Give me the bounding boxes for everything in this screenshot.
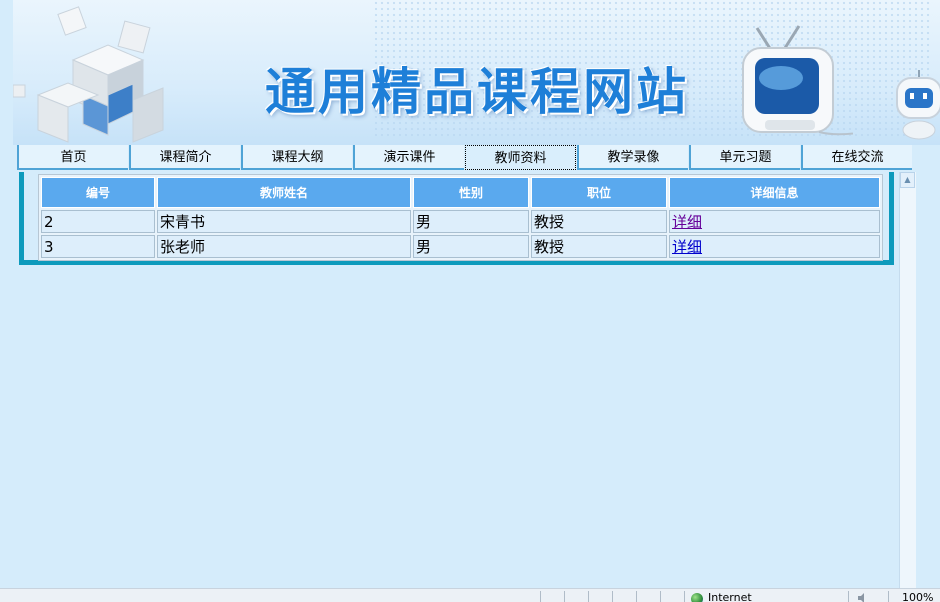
main-nav: 首页 课程简介 课程大纲 演示课件 教师资料 教学录像 单元习题 在线交流 (17, 145, 913, 172)
cell-detail: 详细 (669, 210, 880, 233)
detail-link[interactable]: 详细 (672, 238, 702, 256)
globe-icon (691, 593, 703, 602)
detail-link[interactable]: 详细 (672, 213, 702, 231)
cell-detail: 详细 (669, 235, 880, 258)
status-divider (564, 591, 565, 602)
nav-item-home[interactable]: 首页 (17, 145, 128, 170)
status-divider (612, 591, 613, 602)
vertical-scrollbar[interactable]: ▲ (899, 172, 916, 588)
cell-gender: 男 (413, 210, 529, 233)
status-divider (588, 591, 589, 602)
cubes-decoration (13, 6, 164, 143)
nav-item-videos[interactable]: 教学录像 (577, 145, 688, 170)
cell-name: 张老师 (157, 235, 411, 258)
table-header-row: 编号 教师姓名 性别 职位 详细信息 (41, 177, 880, 208)
content-frame: 编号 教师姓名 性别 职位 详细信息 2 宋青书 男 教授 详细 3 张老师 男… (19, 172, 894, 265)
status-bar: Internet 100% (0, 588, 940, 602)
nav-item-slides[interactable]: 演示课件 (353, 145, 464, 170)
nav-item-forum[interactable]: 在线交流 (801, 145, 912, 170)
security-zone-label: Internet (708, 591, 752, 602)
nav-item-teachers[interactable]: 教师资料 (465, 145, 576, 170)
zoom-level[interactable]: 100% (902, 591, 933, 602)
status-divider (636, 591, 637, 602)
nav-item-syllabus[interactable]: 课程大纲 (241, 145, 352, 170)
table-row: 3 张老师 男 教授 详细 (41, 235, 880, 258)
header-name: 教师姓名 (157, 177, 411, 208)
header-detail: 详细信息 (669, 177, 880, 208)
teachers-table: 编号 教师姓名 性别 职位 详细信息 2 宋青书 男 教授 详细 3 张老师 男… (38, 174, 883, 261)
header-gender: 性别 (413, 177, 529, 208)
site-banner: 通用精品课程网站 (13, 0, 940, 145)
page: 通用精品课程网站 首页 课程简介 课程大纲 演示课件 教师资料 教学录像 单元习… (0, 0, 940, 602)
cell-id: 3 (41, 235, 155, 258)
status-divider (684, 591, 685, 602)
tv-icon (742, 25, 853, 136)
cell-id: 2 (41, 210, 155, 233)
status-divider (540, 591, 541, 602)
header-id: 编号 (41, 177, 155, 208)
nav-item-course-intro[interactable]: 课程简介 (129, 145, 240, 170)
cell-title: 教授 (531, 235, 667, 258)
status-divider (848, 591, 849, 602)
status-divider (660, 591, 661, 602)
cell-name: 宋青书 (157, 210, 411, 233)
table-row: 2 宋青书 男 教授 详细 (41, 210, 880, 233)
header-title: 职位 (531, 177, 667, 208)
cell-title: 教授 (531, 210, 667, 233)
speaker-icon[interactable] (857, 593, 869, 602)
cell-gender: 男 (413, 235, 529, 258)
robot-icon (896, 70, 940, 140)
nav-item-exercises[interactable]: 单元习题 (689, 145, 800, 170)
scroll-up-arrow-icon[interactable]: ▲ (900, 172, 915, 188)
site-title: 通用精品课程网站 (265, 63, 689, 121)
status-divider (888, 591, 889, 602)
